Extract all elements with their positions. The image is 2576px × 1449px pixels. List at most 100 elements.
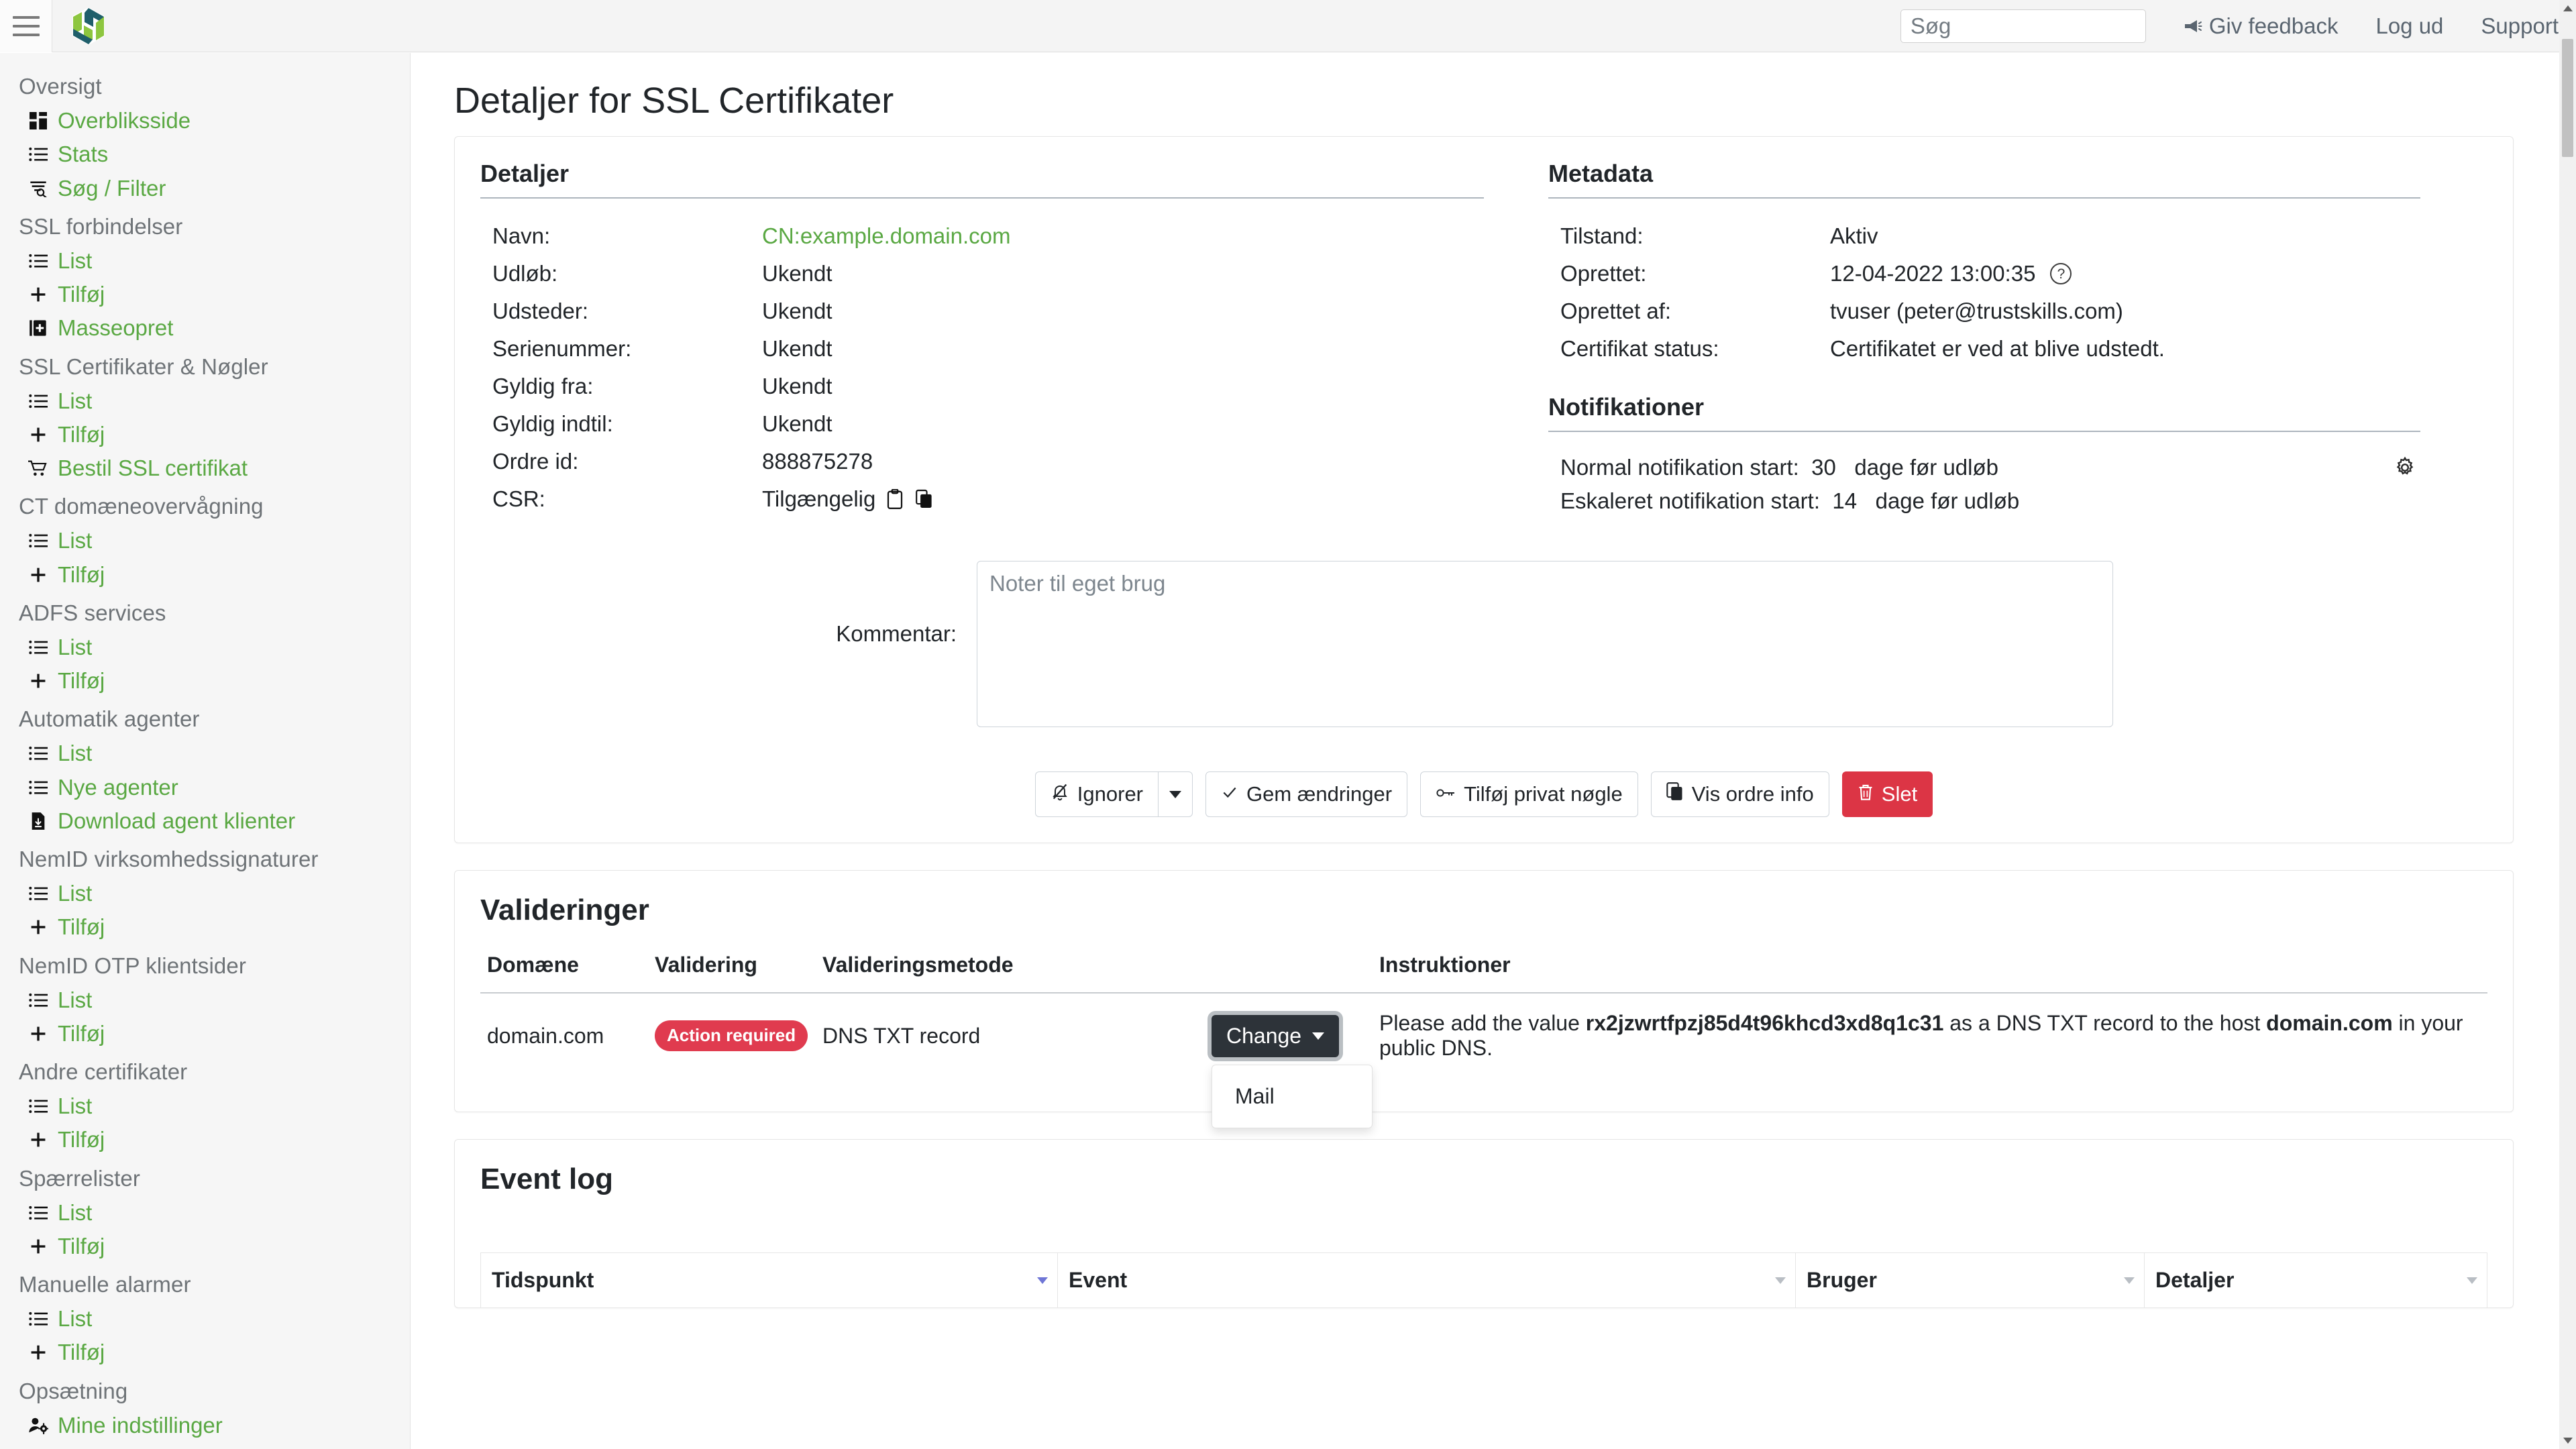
sidebar-item-tilf-j[interactable]: Tilføj — [0, 558, 410, 592]
plus-icon — [28, 425, 48, 445]
col-tidspunkt[interactable]: Tidspunkt — [480, 1252, 1058, 1307]
details-column: Detaljer Navn: CN:example.domain.com Udløb… — [480, 160, 1500, 518]
instruction-middle: as a DNS TXT record to the host — [1943, 1011, 2267, 1035]
comment-row: Kommentar: — [480, 561, 2487, 731]
field-value: tvuser (peter@trustskills.com) — [1830, 299, 2123, 324]
sidebar-item-tilf-j[interactable]: Tilføj — [0, 1123, 410, 1157]
sidebar-item-s-g-filter[interactable]: Søg / Filter — [0, 172, 410, 205]
scroll-up-icon[interactable] — [2559, 0, 2576, 17]
sidebar-item-list[interactable]: List — [0, 244, 410, 278]
search-input[interactable] — [1900, 9, 2146, 43]
field-value: 12-04-2022 13:00:35? — [1830, 261, 2072, 286]
user-settings-icon — [28, 1415, 48, 1436]
sidebar-item-label: Stats — [58, 142, 109, 167]
plus-icon — [28, 671, 48, 691]
field-row: Navn: CN:example.domain.com — [480, 217, 1484, 255]
add-private-key-button[interactable]: Tilføj privat nøgle — [1420, 771, 1638, 817]
clipboard-icon[interactable] — [885, 488, 905, 510]
field-row: Gyldig fra: Ukendt — [480, 368, 1484, 405]
list-icon — [28, 990, 48, 1010]
sidebar-navigation: Oversigt Overbliksside Stats Søg / Filter SS… — [0, 53, 411, 1449]
sidebar-item-list[interactable]: List — [0, 737, 410, 770]
sidebar-item-label: Tilføj — [58, 1340, 105, 1365]
delete-button[interactable]: Slet — [1841, 771, 1933, 817]
field-value: Certifikatet er ved at blive udstedt. — [1830, 336, 2165, 362]
dropdown-item-mail[interactable]: Mail — [1212, 1076, 1372, 1117]
sidebar-item-stats[interactable]: Stats — [0, 138, 410, 171]
show-order-info-button[interactable]: Vis ordre info — [1650, 771, 1829, 817]
sidebar-item-label: List — [58, 741, 93, 766]
sidebar-item-download-agent-klienter[interactable]: Download agent klienter — [0, 804, 410, 838]
ignore-dropdown-toggle[interactable] — [1158, 771, 1193, 817]
col-change — [1205, 939, 1373, 994]
scroll-down-icon[interactable] — [2559, 1432, 2576, 1449]
sidebar-item-list[interactable]: List — [0, 631, 410, 664]
sidebar-item-masseopret[interactable]: Masseopret — [0, 311, 410, 345]
save-changes-label: Gem ændringer — [1246, 782, 1393, 806]
ignore-button[interactable]: Ignorer — [1034, 771, 1159, 817]
col-instructions: Instruktioner — [1373, 939, 2487, 994]
bell-slash-icon — [1051, 782, 1069, 806]
change-button[interactable]: Change — [1212, 1014, 1340, 1057]
certificate-name-link[interactable]: CN:example.domain.com — [762, 223, 1010, 249]
change-dropdown-wrap: Change Mail — [1212, 1014, 1373, 1128]
app-logo-icon[interactable] — [71, 7, 106, 46]
sidebar-item-list[interactable]: List — [0, 1089, 410, 1123]
col-detaljer[interactable]: Detaljer — [2144, 1252, 2487, 1307]
sidebar-item-list[interactable]: List — [0, 983, 410, 1017]
sidebar-item-label: List — [58, 1199, 93, 1225]
page-scrollbar[interactable] — [2559, 0, 2576, 1449]
sidebar-item-tilf-j[interactable]: Tilføj — [0, 418, 410, 451]
main-content: Detaljer for SSL Certifikater Detaljer N… — [411, 53, 2559, 1449]
sidebar-item-bestil-ssl-certifikat[interactable]: Bestil SSL certifikat — [0, 451, 410, 485]
save-changes-button[interactable]: Gem ændringer — [1205, 771, 1408, 817]
show-order-info-label: Vis ordre info — [1691, 782, 1814, 806]
plus-icon — [28, 917, 48, 937]
field-value: Aktiv — [1830, 223, 1878, 249]
sidebar-item-list[interactable]: List — [0, 1196, 410, 1230]
give-feedback-link[interactable]: Giv feedback — [2184, 13, 2338, 39]
sidebar-item-tilf-j[interactable]: Tilføj — [0, 1230, 410, 1263]
support-link[interactable]: Support — [2481, 13, 2559, 39]
sidebar-item-tilf-j[interactable]: Tilføj — [0, 278, 410, 311]
field-row: CSR: Tilgængelig — [480, 480, 1484, 518]
copy-icon[interactable] — [914, 488, 934, 510]
sidebar-item-list[interactable]: List — [0, 1302, 410, 1336]
escalated-notification-days: 14 — [1832, 488, 1858, 513]
sidebar-item-list[interactable]: List — [0, 384, 410, 418]
col-bruger[interactable]: Bruger — [1795, 1252, 2145, 1307]
col-event[interactable]: Event — [1057, 1252, 1796, 1307]
help-icon[interactable]: ? — [2050, 263, 2072, 284]
sidebar-item-tilf-j[interactable]: Tilføj — [0, 1336, 410, 1369]
sidebar-item-label: List — [58, 1093, 93, 1118]
sidebar-item-mine-indstillinger[interactable]: Mine indstillinger — [0, 1409, 410, 1442]
sidebar-item-list[interactable]: List — [0, 524, 410, 557]
comment-textarea[interactable] — [977, 561, 2113, 727]
sidebar-group-title: Automatik agenter — [19, 706, 200, 732]
field-label: Tilstand: — [1560, 223, 1644, 248]
logout-label: Log ud — [2375, 13, 2444, 38]
logout-link[interactable]: Log ud — [2375, 13, 2443, 39]
dashboard-icon — [28, 111, 48, 131]
ignore-button-group: Ignorer — [1034, 771, 1193, 817]
field-value-text: Ukendt — [762, 336, 833, 361]
sidebar-item-nye-agenter[interactable]: Nye agenter — [0, 771, 410, 804]
sidebar-item-tilf-j[interactable]: Tilføj — [0, 664, 410, 698]
gear-icon[interactable] — [2392, 455, 2418, 480]
sort-indicator-icon — [2124, 1277, 2135, 1284]
scrollbar-thumb[interactable] — [2562, 39, 2573, 157]
sidebar-group-title: Manuelle alarmer — [19, 1272, 191, 1297]
sidebar-item-list[interactable]: List — [0, 877, 410, 910]
sidebar-item-overbliksside[interactable]: Overbliksside — [0, 104, 410, 138]
normal-notification-label: Normal notifikation start: — [1560, 455, 1799, 480]
sidebar-group-title: NemID OTP klientsider — [19, 953, 246, 978]
sidebar-item-tilf-j[interactable]: Tilføj — [0, 910, 410, 944]
field-row: Oprettet af: tvuser (peter@trustskills.co… — [1548, 292, 2420, 330]
plus-icon — [28, 565, 48, 585]
event-log-card: Event log Tidspunkt Event Bruger Detalje… — [454, 1139, 2514, 1308]
sidebar-item-label: Tilføj — [58, 914, 105, 940]
hamburger-icon[interactable] — [0, 0, 52, 52]
megaphone-icon — [2184, 13, 2202, 39]
sidebar-item-tilf-j[interactable]: Tilføj — [0, 1017, 410, 1051]
field-value: Ukendt — [762, 261, 833, 286]
